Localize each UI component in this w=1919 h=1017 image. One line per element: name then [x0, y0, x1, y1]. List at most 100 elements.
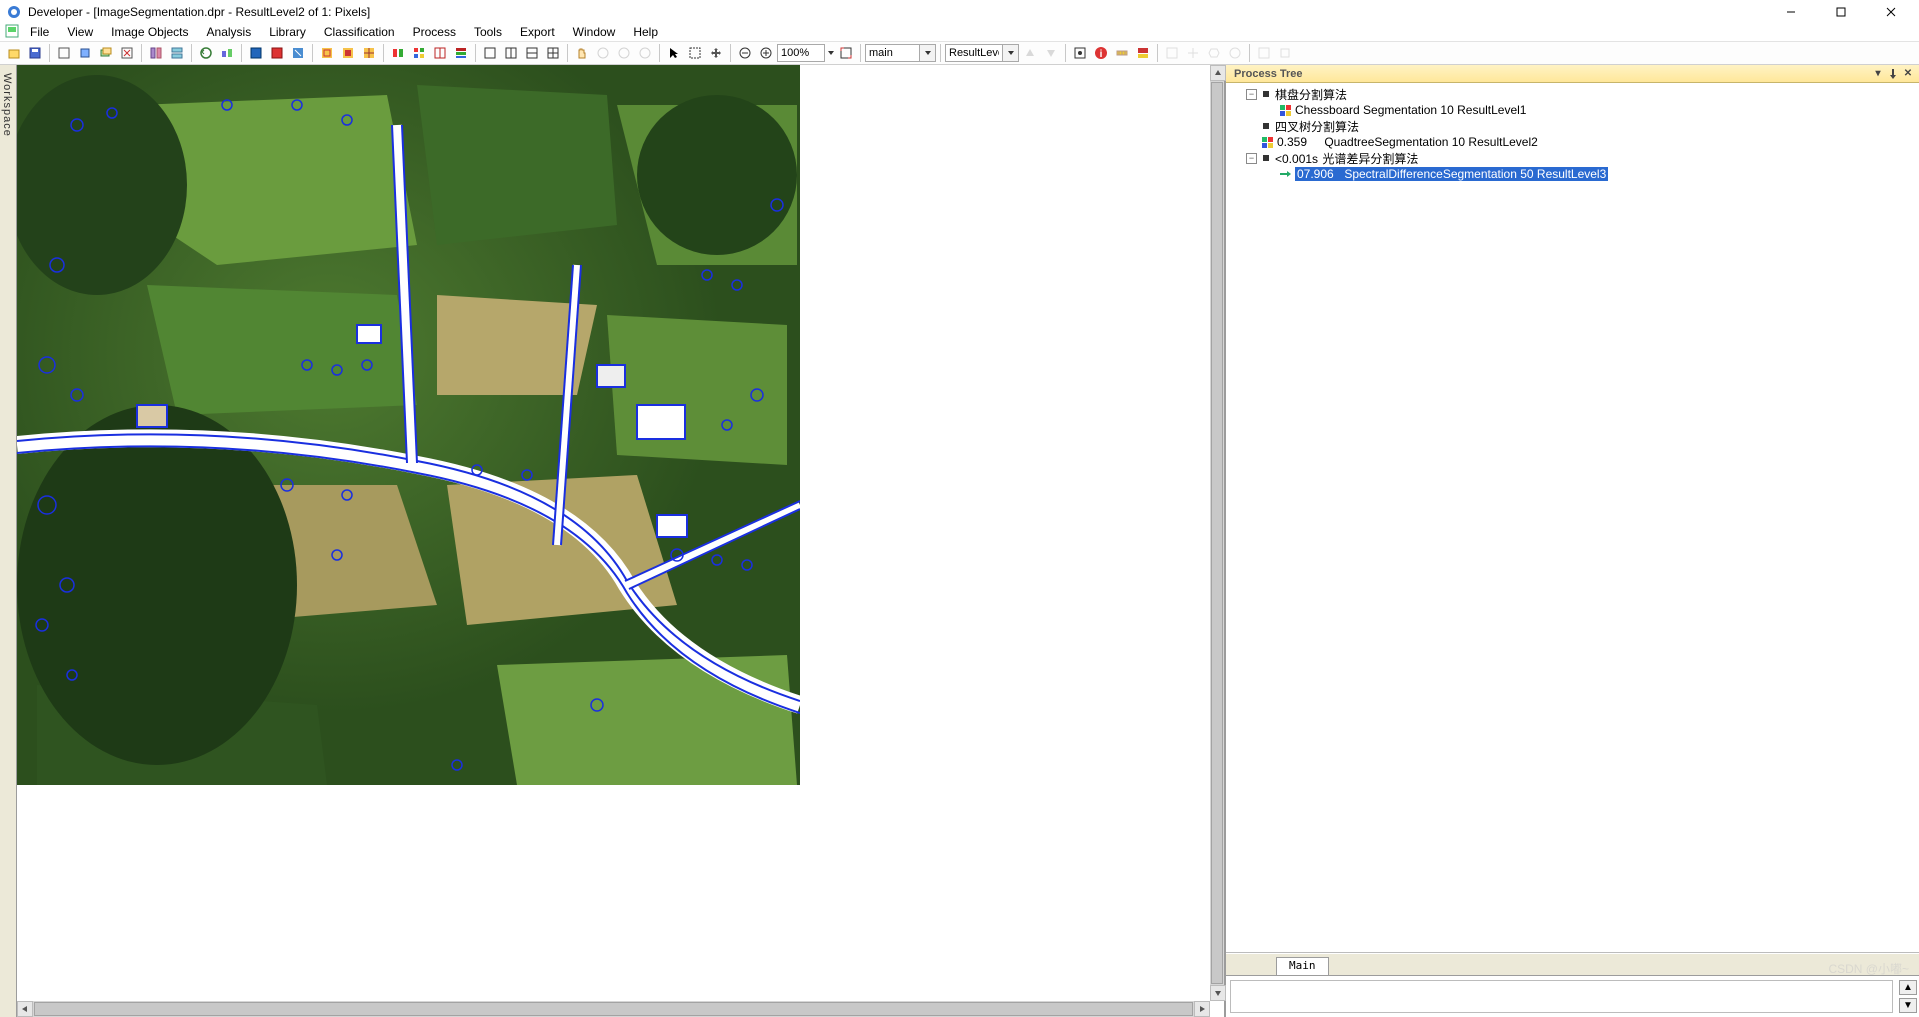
nav-up-icon	[1020, 43, 1040, 63]
panel-close-icon[interactable]: ✕	[1902, 68, 1914, 80]
message-textarea[interactable]	[1230, 980, 1893, 1013]
menu-image-objects[interactable]: Image Objects	[103, 23, 196, 41]
save-icon[interactable]	[25, 43, 45, 63]
tile-icon[interactable]	[146, 43, 166, 63]
tree-node[interactable]: − 棋盘分割算法	[1232, 86, 1919, 102]
minimize-button[interactable]	[1769, 2, 1813, 22]
msg-down-button[interactable]: ▼	[1899, 998, 1917, 1013]
pane-split-v-icon[interactable]	[522, 43, 542, 63]
toolbar: i	[0, 41, 1919, 65]
tab-main[interactable]: Main	[1276, 957, 1329, 975]
grid4-icon[interactable]	[451, 43, 471, 63]
maximize-button[interactable]	[1819, 2, 1863, 22]
process-tree[interactable]: − 棋盘分割算法Chessboard Segmentation 10 Result…	[1226, 83, 1919, 953]
tree-node[interactable]: Chessboard Segmentation 10 ResultLevel1	[1232, 102, 1919, 118]
info-icon[interactable]: i	[1091, 43, 1111, 63]
image-canvas[interactable]: main	[17, 65, 1210, 1001]
pane-sq-icon[interactable]	[480, 43, 500, 63]
tree-node-label: 棋盘分割算法	[1275, 86, 1347, 103]
pane-split-h-icon[interactable]	[501, 43, 521, 63]
vscroll-track[interactable]	[1210, 81, 1224, 985]
layers-icon[interactable]	[75, 43, 95, 63]
select-rect-icon[interactable]	[685, 43, 705, 63]
fit-icon[interactable]	[836, 43, 856, 63]
panel-menu-icon[interactable]: ▾	[1872, 68, 1884, 80]
close-button[interactable]	[1869, 2, 1913, 22]
palette2-icon[interactable]	[267, 43, 287, 63]
menu-export[interactable]: Export	[512, 23, 563, 41]
nav-down-icon	[1041, 43, 1061, 63]
level-input[interactable]	[865, 44, 920, 62]
menu-help[interactable]: Help	[625, 23, 666, 41]
hand-icon[interactable]	[572, 43, 592, 63]
result-combo[interactable]	[945, 44, 1019, 62]
scroll-down-icon[interactable]	[1210, 985, 1226, 1001]
tree-toggle-icon[interactable]: −	[1246, 89, 1257, 100]
open-project-icon[interactable]	[4, 43, 24, 63]
brush-icon[interactable]	[1133, 43, 1153, 63]
process-tree-panel: Process Tree ▾ ✕ −棋盘分割算法Chessboard Segme…	[1225, 65, 1919, 1017]
class-view-icon[interactable]	[1070, 43, 1090, 63]
layer2-icon[interactable]	[96, 43, 116, 63]
pane-quad-icon[interactable]	[543, 43, 563, 63]
tool-a-icon	[1162, 43, 1182, 63]
level-combo[interactable]	[865, 44, 936, 62]
menu-classification[interactable]: Classification	[316, 23, 403, 41]
menu-window[interactable]: Window	[565, 23, 624, 41]
document-icon[interactable]	[5, 24, 19, 38]
zoom-input[interactable]	[777, 44, 825, 62]
zoom-in-icon[interactable]	[756, 43, 776, 63]
tree-node[interactable]: −<0.001s 光谱差异分割算法	[1232, 150, 1919, 166]
pan-icon[interactable]	[706, 43, 726, 63]
grid1-icon[interactable]	[388, 43, 408, 63]
pointer-icon[interactable]	[664, 43, 684, 63]
toggle-thin-icon[interactable]	[288, 43, 308, 63]
bullet-icon	[1263, 123, 1269, 129]
result-input[interactable]	[945, 44, 1003, 62]
grid3-icon[interactable]	[430, 43, 450, 63]
breaks-icon[interactable]	[359, 43, 379, 63]
scroll-left-icon[interactable]	[17, 1001, 33, 1017]
zoom-dropdown-icon[interactable]	[827, 49, 835, 57]
tree-node[interactable]: 0.359 QuadtreeSegmentation 10 ResultLeve…	[1232, 134, 1919, 150]
menu-analysis[interactable]: Analysis	[199, 23, 260, 41]
measure-icon[interactable]	[1112, 43, 1132, 63]
menubar: File View Image Objects Analysis Library…	[0, 23, 1919, 41]
menu-tools[interactable]: Tools	[466, 23, 510, 41]
new-window-icon[interactable]	[54, 43, 74, 63]
close-pane-icon[interactable]	[117, 43, 137, 63]
outline-icon[interactable]	[317, 43, 337, 63]
bullet-icon	[1263, 91, 1269, 97]
panel-pin-icon[interactable]	[1887, 68, 1899, 80]
menu-view[interactable]: View	[59, 23, 101, 41]
hscroll-track[interactable]	[33, 1001, 1194, 1017]
menu-process[interactable]: Process	[405, 23, 464, 41]
tree-toggle-icon[interactable]: −	[1246, 153, 1257, 164]
sync-icon[interactable]	[196, 43, 216, 63]
menu-library[interactable]: Library	[261, 23, 314, 41]
zoom-out-icon[interactable]	[735, 43, 755, 63]
stack-icon[interactable]	[167, 43, 187, 63]
compare-icon[interactable]	[217, 43, 237, 63]
scroll-right-icon[interactable]	[1194, 1001, 1210, 1017]
palette-icon[interactable]	[246, 43, 266, 63]
tree-node[interactable]: 四叉树分割算法	[1232, 118, 1919, 134]
action-disabled-icon	[635, 43, 655, 63]
tool-d-icon	[1225, 43, 1245, 63]
zoom-combo[interactable]	[777, 44, 835, 62]
vertical-scrollbar[interactable]	[1210, 65, 1224, 1001]
workspace-label: Workspace	[1, 73, 13, 137]
level-dropdown-icon[interactable]	[920, 44, 936, 62]
watermark: CSDN @小嘟~	[1828, 960, 1909, 977]
tree-node[interactable]: 07.906 SpectralDifferenceSegmentation 50…	[1232, 166, 1919, 182]
tool-e-icon	[1254, 43, 1274, 63]
workspace-tab[interactable]: Workspace	[0, 65, 17, 1017]
msg-up-button[interactable]: ▲	[1899, 980, 1917, 995]
fill-icon[interactable]	[338, 43, 358, 63]
result-dropdown-icon[interactable]	[1003, 44, 1019, 62]
scroll-up-icon[interactable]	[1210, 65, 1226, 81]
grid2-icon[interactable]	[409, 43, 429, 63]
menu-file[interactable]: File	[22, 23, 57, 41]
horizontal-scrollbar[interactable]	[17, 1001, 1210, 1017]
next-disabled-icon	[614, 43, 634, 63]
